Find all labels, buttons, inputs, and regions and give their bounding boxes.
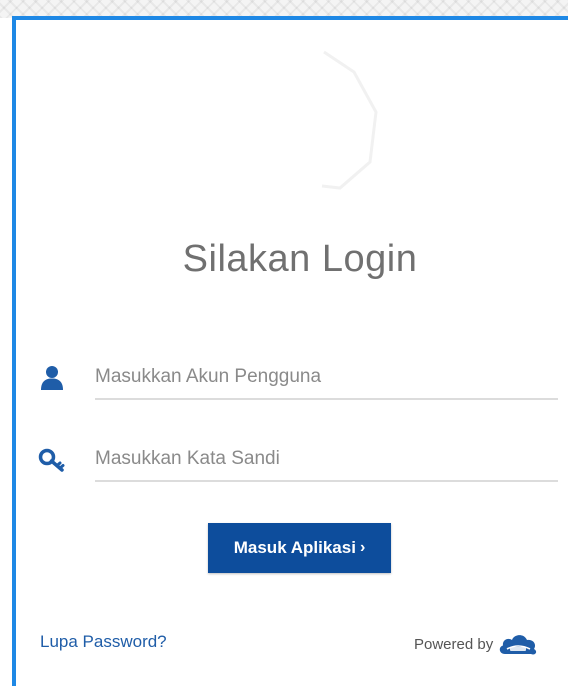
login-submit-button[interactable]: Masuk Aplikasi ›	[208, 523, 391, 573]
chevron-right-icon: ›	[359, 539, 366, 556]
password-input[interactable]	[95, 438, 558, 482]
login-submit-label: Masuk Aplikasi	[233, 538, 356, 557]
cloud-logo-icon	[500, 635, 537, 655]
username-input[interactable]	[95, 356, 558, 400]
powered-by-label: Powered by	[414, 635, 494, 653]
login-title: Silakan Login	[182, 238, 418, 280]
username-field-group	[38, 356, 558, 406]
powered-by: Powered by	[414, 630, 539, 658]
password-field-group	[38, 438, 558, 488]
logo-outline-icon	[321, 50, 378, 190]
forgot-password-link[interactable]: Lupa Password?	[40, 632, 167, 652]
login-card: Silakan Login Masuk Aplikasi › Lupa Pass…	[12, 16, 568, 686]
key-icon	[38, 446, 68, 476]
user-icon	[38, 364, 68, 394]
app-logo-placeholder	[284, 50, 380, 190]
